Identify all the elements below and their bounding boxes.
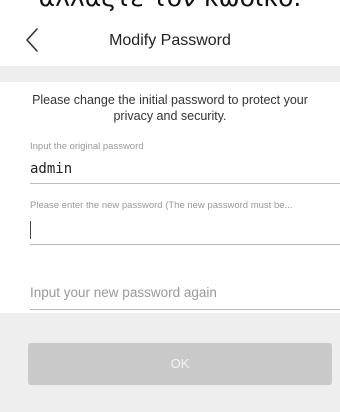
- chevron-left-icon[interactable]: [22, 26, 46, 54]
- text-cursor: [30, 221, 31, 239]
- original-password-label: Input the original password: [30, 141, 144, 152]
- header-divider-band: [0, 66, 340, 82]
- confirm-password-placeholder[interactable]: Input your new password again: [30, 283, 340, 303]
- new-password-label: Please enter the new password (The new p…: [30, 200, 293, 211]
- navbar: Modify Password: [0, 16, 340, 66]
- new-password-field[interactable]: Please enter the new password (The new p…: [30, 200, 340, 245]
- bottom-area: OK: [0, 313, 340, 412]
- original-password-underline: [30, 183, 340, 184]
- new-password-underline: [30, 244, 340, 245]
- page: αλλάξτε τον κωδικό. Modify Password Plea…: [0, 0, 340, 412]
- page-title: Modify Password: [109, 32, 231, 49]
- top-caption: αλλάξτε τον κωδικό.: [0, 0, 340, 13]
- confirm-password-underline: [30, 309, 340, 310]
- original-password-field[interactable]: Input the original password admin: [30, 141, 340, 184]
- original-password-value[interactable]: admin: [30, 160, 340, 178]
- confirm-password-field[interactable]: Input your new password again: [30, 283, 340, 310]
- ok-button[interactable]: OK: [28, 343, 332, 385]
- info-text: Please change the initial password to pr…: [32, 93, 308, 123]
